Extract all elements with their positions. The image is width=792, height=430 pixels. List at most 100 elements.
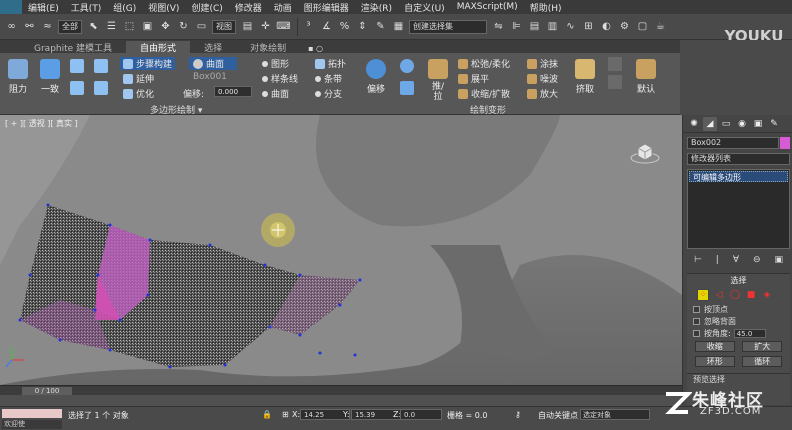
align-icon[interactable]: ⊫ — [509, 19, 524, 34]
link-icon[interactable]: ∞ — [4, 19, 19, 34]
lock-icon[interactable]: 🔒 — [262, 410, 272, 419]
pinch-button[interactable]: 挤取 — [575, 59, 595, 95]
conform-button[interactable]: 一致 — [40, 59, 60, 95]
object-color-swatch[interactable] — [780, 137, 790, 149]
layer-manager-icon[interactable]: ▤ — [527, 19, 542, 34]
selection-filter-dropdown[interactable]: 全部 — [58, 19, 82, 34]
modify-tab-icon[interactable]: ◢ — [703, 116, 717, 131]
surface-button[interactable]: 曲面 — [189, 57, 237, 70]
shapes-button[interactable]: 图形 — [262, 57, 289, 70]
snap-toggle-icon[interactable]: ³ — [301, 19, 316, 34]
scale-icon[interactable]: ▭ — [194, 19, 209, 34]
time-slider[interactable]: 0 / 100 — [22, 387, 72, 395]
reference-coordinate-dropdown[interactable]: 视图 — [212, 19, 236, 34]
bind-space-warp-icon[interactable]: ≈ — [40, 19, 55, 34]
curve-editor-icon[interactable]: ∿ — [563, 19, 578, 34]
conform-brush-3[interactable] — [70, 81, 87, 95]
show-end-result-icon[interactable]: | — [716, 255, 719, 265]
shift-brush-1[interactable] — [400, 59, 417, 73]
border-level-icon[interactable]: ◯ — [729, 289, 741, 301]
conform-brush-2[interactable] — [94, 59, 111, 73]
grow-button[interactable]: 扩大 — [742, 341, 783, 352]
tab-graphite[interactable]: Graphite 建模工具 — [20, 41, 126, 54]
step-build-button[interactable]: 步骤构建 — [120, 57, 176, 70]
graphite-toggle-icon[interactable]: ▥ — [545, 19, 560, 34]
named-selection-sets-dropdown[interactable]: 创建选择集 — [409, 19, 487, 34]
configure-sets-icon[interactable]: ▣ — [774, 255, 783, 265]
modifier-list-dropdown[interactable]: 修改器列表 — [687, 153, 790, 165]
window-crossing-icon[interactable]: ▣ — [140, 19, 155, 34]
assist-button[interactable]: 阻力 — [8, 59, 28, 95]
polygon-level-icon[interactable]: ■ — [745, 289, 757, 301]
shift-brush-2[interactable] — [400, 81, 417, 95]
menu-maxscript[interactable]: MAXScript(M) — [451, 2, 524, 12]
ring-button[interactable]: 环形 — [694, 356, 735, 367]
tab-freeform[interactable]: 自由形式 — [126, 41, 191, 54]
loop-button[interactable]: 循环 — [742, 356, 783, 367]
smudge-button[interactable]: 涂抹 — [527, 57, 558, 70]
shrink-button[interactable]: 收缩 — [694, 341, 735, 352]
material-editor-icon[interactable]: ◐ — [599, 19, 614, 34]
ribbon-options-icon[interactable]: ▪ ○ — [308, 44, 323, 53]
offset-input[interactable]: 0.000 — [214, 86, 252, 97]
ignore-backfacing-checkbox[interactable] — [693, 317, 700, 325]
move-icon[interactable]: ✥ — [158, 19, 173, 34]
menu-rendering[interactable]: 渲染(R) — [355, 1, 398, 14]
make-unique-icon[interactable]: ∀ — [733, 255, 739, 265]
rollout-title[interactable]: 选择 — [687, 274, 790, 287]
rendered-frame-icon[interactable]: ▢ — [635, 19, 650, 34]
absolute-mode-icon[interactable]: ⊞ — [282, 410, 289, 419]
menu-modifiers[interactable]: 修改器 — [229, 1, 268, 14]
ribbon-option-button-2[interactable] — [608, 75, 622, 89]
conform-brush-1[interactable] — [70, 59, 87, 73]
z-coordinate-field[interactable]: 0.0 — [400, 409, 442, 420]
pin-stack-icon[interactable]: ⊢ — [694, 255, 702, 265]
relax-soften-button[interactable]: 松弛/柔化 — [458, 57, 510, 70]
render-setup-icon[interactable]: ⚙ — [617, 19, 632, 34]
element-level-icon[interactable]: ◈ — [761, 289, 773, 301]
named-sets-icon[interactable]: ▦ — [391, 19, 406, 34]
menu-views[interactable]: 视图(V) — [142, 1, 185, 14]
by-vertex-checkbox[interactable] — [693, 305, 700, 313]
menu-tools[interactable]: 工具(T) — [65, 1, 108, 14]
shift-button[interactable]: 偏移 — [366, 59, 386, 95]
default-button[interactable]: 默认 — [636, 59, 656, 95]
by-angle-checkbox[interactable] — [693, 329, 700, 337]
stack-item-editable-poly[interactable]: 可编辑多边形 — [689, 171, 788, 182]
mirror-icon[interactable]: ⇋ — [491, 19, 506, 34]
strips-button[interactable]: 条带 — [315, 72, 342, 85]
menu-group[interactable]: 组(G) — [107, 1, 142, 14]
angle-snap-icon[interactable]: ∡ — [319, 19, 334, 34]
branches-button[interactable]: 分支 — [315, 87, 342, 100]
key-icon[interactable]: ⚷ — [515, 410, 521, 419]
menu-graph-editors[interactable]: 图形编辑器 — [298, 1, 355, 14]
tab-selection[interactable]: 选择 — [190, 41, 236, 54]
object-name-field[interactable]: Box002 — [687, 137, 779, 149]
tab-object-paint[interactable]: 对象绘制 — [236, 41, 300, 54]
app-logo-icon[interactable] — [0, 0, 22, 14]
extend-button[interactable]: 延伸 — [123, 72, 154, 85]
rotate-icon[interactable]: ↻ — [176, 19, 191, 34]
push-pull-button[interactable]: 推/拉 — [428, 59, 448, 102]
optimize-button[interactable]: 优化 — [123, 87, 154, 100]
spinner-snap-icon[interactable]: ⇕ — [355, 19, 370, 34]
maxscript-listener[interactable] — [2, 409, 62, 418]
render-teapot-icon[interactable]: ☕ — [653, 19, 668, 34]
angle-input[interactable]: 45.0 — [733, 328, 766, 338]
edge-level-icon[interactable]: ◁ — [713, 289, 725, 301]
contract-expand-button[interactable]: 收缩/扩散 — [458, 87, 510, 100]
splines-button[interactable]: 样条线 — [262, 72, 298, 85]
menu-animation[interactable]: 动画 — [268, 1, 298, 14]
menu-edit[interactable]: 编辑(E) — [22, 1, 65, 14]
viewport-label[interactable]: [ + ][ 透视 ][ 真实 ] — [5, 118, 78, 129]
menu-help[interactable]: 帮助(H) — [524, 1, 568, 14]
create-tab-icon[interactable]: ✺ — [687, 117, 701, 131]
noise-button[interactable]: 噪波 — [527, 72, 558, 85]
edit-named-sets-icon[interactable]: ✎ — [373, 19, 388, 34]
surface2-button[interactable]: 曲面 — [262, 87, 289, 100]
hierarchy-tab-icon[interactable]: ▭ — [719, 117, 733, 131]
track-bar[interactable] — [0, 395, 682, 406]
topology-button[interactable]: 拓扑 — [315, 57, 346, 70]
pivot-center-icon[interactable]: ▤ — [240, 19, 255, 34]
conform-brush-4[interactable] — [94, 81, 111, 95]
